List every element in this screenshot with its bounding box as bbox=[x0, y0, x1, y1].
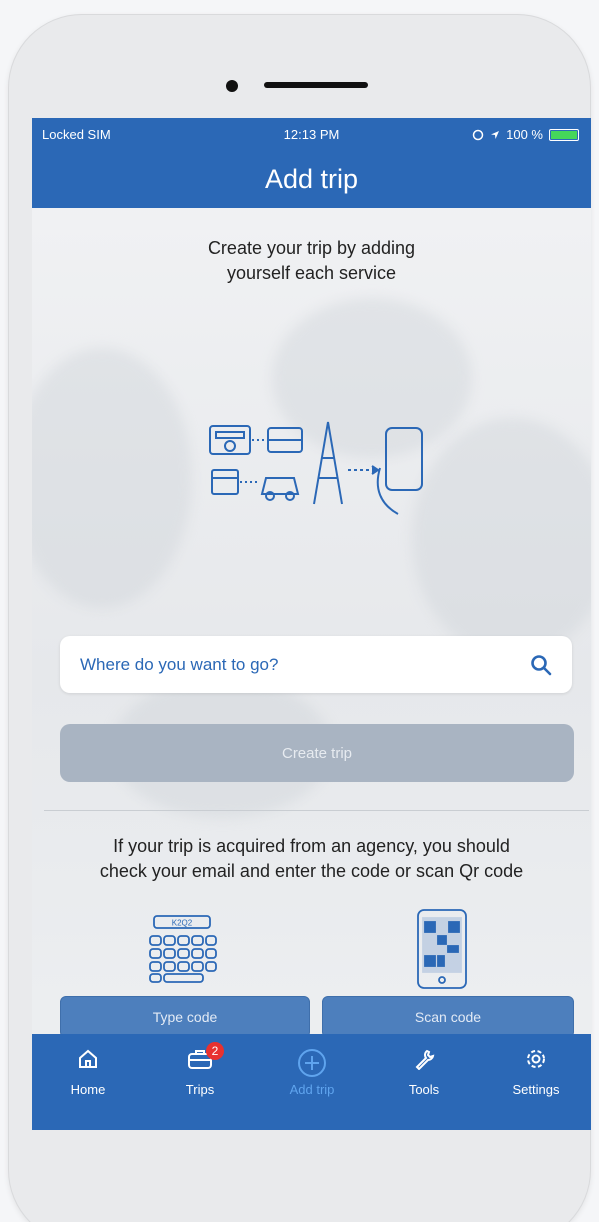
tab-tools[interactable]: Tools bbox=[368, 1034, 480, 1106]
tab-settings[interactable]: Settings bbox=[480, 1034, 591, 1106]
tab-settings-label: Settings bbox=[512, 1082, 560, 1097]
intro-text: Create your trip by adding yourself each… bbox=[32, 236, 591, 286]
bottom-tab-bar: Home 2 Trips Add trip Tools Settings bbox=[32, 1034, 591, 1130]
create-trip-button[interactable]: Create trip bbox=[60, 724, 574, 782]
trips-badge: 2 bbox=[206, 1042, 224, 1060]
wifi-icon bbox=[472, 129, 484, 140]
tab-add-trip[interactable]: Add trip bbox=[256, 1034, 368, 1106]
agency-line-2: check your email and enter the code or s… bbox=[99, 861, 524, 881]
plus-circle-icon bbox=[298, 1049, 326, 1077]
tab-home[interactable]: Home bbox=[32, 1034, 144, 1106]
home-icon bbox=[79, 1049, 97, 1068]
location-arrow-icon bbox=[491, 130, 500, 139]
world-map-background bbox=[32, 348, 192, 608]
keyboard-code-text: K2Q2 bbox=[172, 919, 193, 928]
tab-tools-label: Tools bbox=[408, 1082, 440, 1097]
agency-info-text: If your trip is acquired from an agency,… bbox=[32, 834, 591, 884]
trip-services-illustration bbox=[209, 421, 423, 515]
agency-line-1: If your trip is acquired from an agency,… bbox=[113, 836, 510, 856]
scan-code-button[interactable]: Scan code bbox=[322, 996, 574, 1038]
battery-percent: 100 % bbox=[506, 127, 543, 142]
world-map-background bbox=[412, 418, 591, 658]
tab-trips[interactable]: 2 Trips bbox=[144, 1034, 256, 1106]
phone-frame: Locked SIM 12:13 PM 100 % Add trip Creat… bbox=[8, 14, 591, 1222]
wrench-icon bbox=[415, 1049, 435, 1070]
speaker-slot bbox=[264, 82, 368, 88]
tab-trips-label: Trips bbox=[185, 1082, 215, 1097]
keyboard-code-illustration: K2Q2 bbox=[149, 915, 217, 983]
screen: Locked SIM 12:13 PM 100 % Add trip Creat… bbox=[32, 118, 591, 1130]
search-input[interactable] bbox=[80, 654, 530, 675]
page-title: Add trip bbox=[264, 164, 359, 194]
type-code-button[interactable]: Type code bbox=[60, 996, 310, 1038]
status-bar: Locked SIM 12:13 PM 100 % bbox=[32, 118, 591, 148]
search-icon[interactable] bbox=[530, 654, 552, 676]
intro-line-2: yourself each service bbox=[226, 263, 397, 283]
status-right: 100 % bbox=[472, 127, 579, 142]
gear-icon bbox=[527, 1050, 545, 1068]
tab-home-label: Home bbox=[70, 1082, 106, 1097]
camera-dot bbox=[226, 80, 238, 92]
top-bar: Locked SIM 12:13 PM 100 % Add trip bbox=[32, 118, 591, 208]
battery-icon bbox=[549, 128, 579, 141]
intro-line-1: Create your trip by adding bbox=[207, 238, 416, 258]
qr-phone-illustration bbox=[417, 909, 467, 989]
section-divider bbox=[44, 810, 589, 811]
tab-add-trip-label: Add trip bbox=[289, 1082, 335, 1097]
destination-search[interactable] bbox=[60, 636, 572, 693]
